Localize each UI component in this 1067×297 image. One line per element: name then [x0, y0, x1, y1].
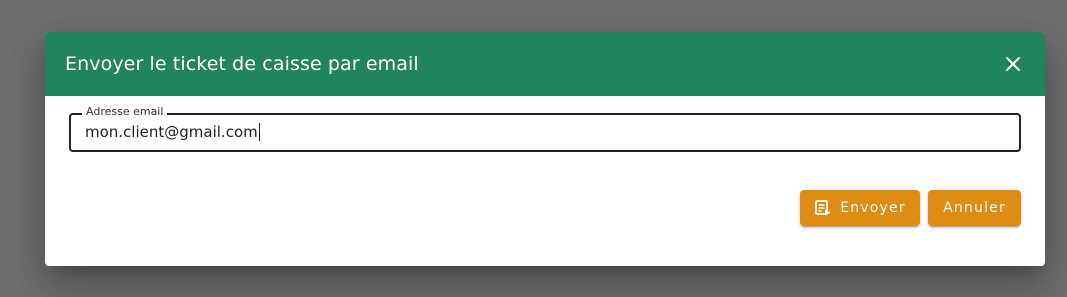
send-button-label: Envoyer	[840, 200, 906, 216]
cancel-button[interactable]: Annuler	[928, 190, 1021, 226]
email-input[interactable]: mon.client@gmail.com	[85, 122, 260, 142]
email-input-value: mon.client@gmail.com	[85, 123, 258, 141]
dialog-actions: Envoyer Annuler	[800, 190, 1021, 226]
send-button[interactable]: Envoyer	[800, 190, 920, 226]
close-icon	[1006, 57, 1020, 71]
dialog-body: Adresse email mon.client@gmail.com Envoy…	[45, 96, 1045, 266]
email-field[interactable]: Adresse email mon.client@gmail.com	[69, 105, 1021, 152]
close-button[interactable]	[1001, 52, 1025, 76]
email-field-label: Adresse email	[82, 105, 168, 119]
text-caret	[258, 123, 260, 141]
dialog-header: Envoyer le ticket de caisse par email	[45, 32, 1045, 96]
send-receipt-icon	[814, 199, 832, 217]
dialog-title: Envoyer le ticket de caisse par email	[65, 53, 419, 75]
send-receipt-dialog: Envoyer le ticket de caisse par email Ad…	[45, 32, 1045, 266]
cancel-button-label: Annuler	[943, 200, 1006, 216]
